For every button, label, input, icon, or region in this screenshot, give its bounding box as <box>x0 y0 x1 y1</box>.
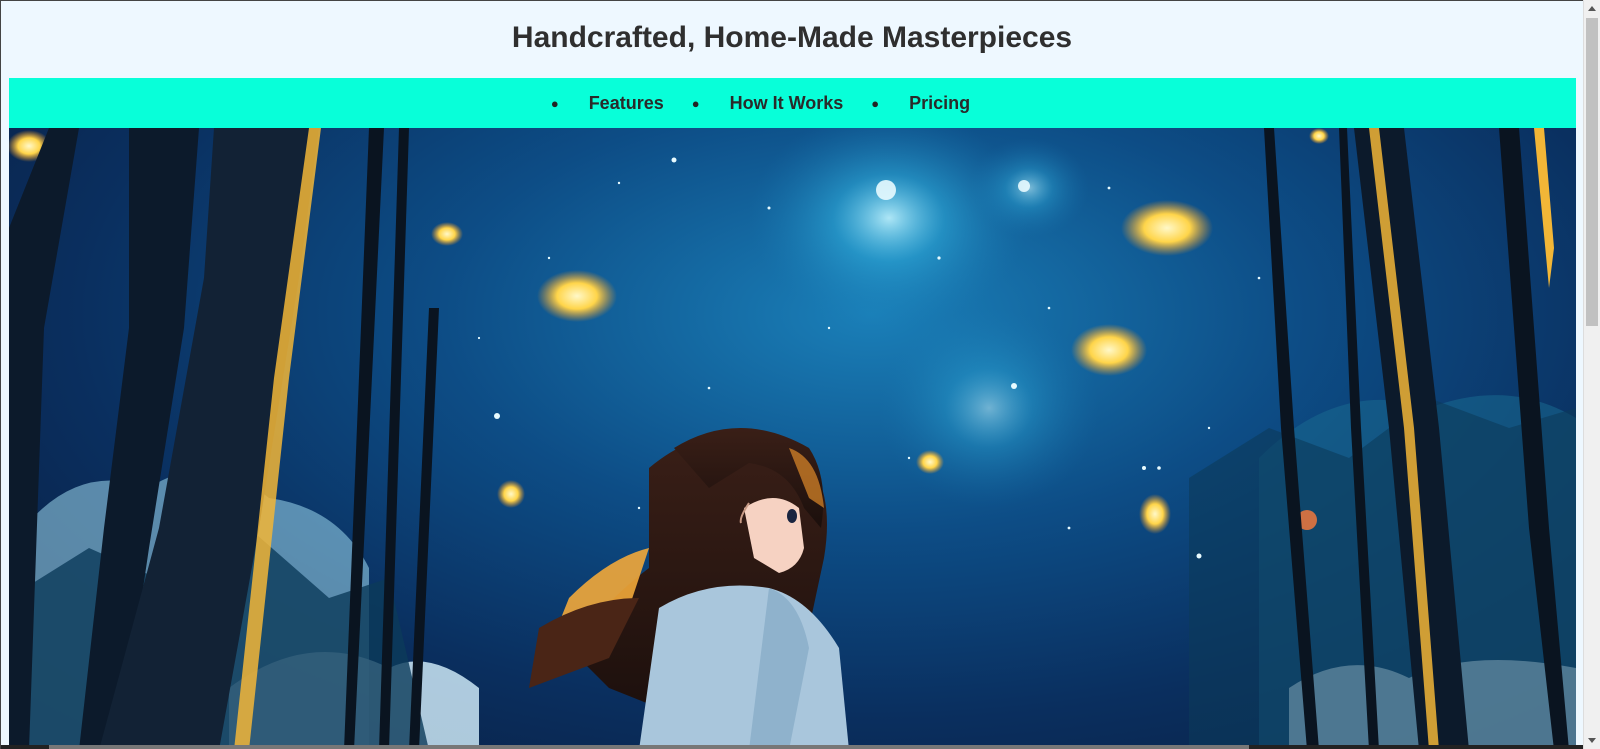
nav-link-how-it-works[interactable]: How It Works <box>730 93 844 114</box>
vertical-scrollbar[interactable] <box>1583 0 1600 749</box>
bullet-icon: ● <box>871 95 880 111</box>
main-nav: ● Features ● How It Works ● Pricing <box>9 78 1576 128</box>
page-title: Handcrafted, Home-Made Masterpieces <box>511 20 1073 54</box>
bullet-icon: ● <box>691 95 700 111</box>
site-header: Handcrafted, Home-Made Masterpieces <box>1 1 1583 78</box>
bullet-icon: ● <box>550 95 559 111</box>
horizontal-scrollbar-thumb[interactable] <box>49 745 1249 749</box>
nav-link-pricing[interactable]: Pricing <box>909 93 970 114</box>
nav-item-features[interactable]: ● Features <box>549 93 690 114</box>
anime-girl-starry-forest-image <box>9 128 1576 749</box>
scroll-up-arrow-icon[interactable] <box>1588 6 1596 11</box>
scroll-down-arrow-icon[interactable] <box>1588 738 1596 743</box>
nav-item-pricing[interactable]: ● Pricing <box>869 93 996 114</box>
nav-item-how-it-works[interactable]: ● How It Works <box>690 93 870 114</box>
vertical-scrollbar-thumb[interactable] <box>1586 18 1598 326</box>
hero-image <box>9 128 1576 749</box>
browser-viewport: Handcrafted, Home-Made Masterpieces ● Fe… <box>0 0 1583 749</box>
nav-list: ● Features ● How It Works ● Pricing <box>549 93 996 114</box>
nav-link-features[interactable]: Features <box>589 93 664 114</box>
horizontal-scrollbar[interactable] <box>1 745 1583 749</box>
